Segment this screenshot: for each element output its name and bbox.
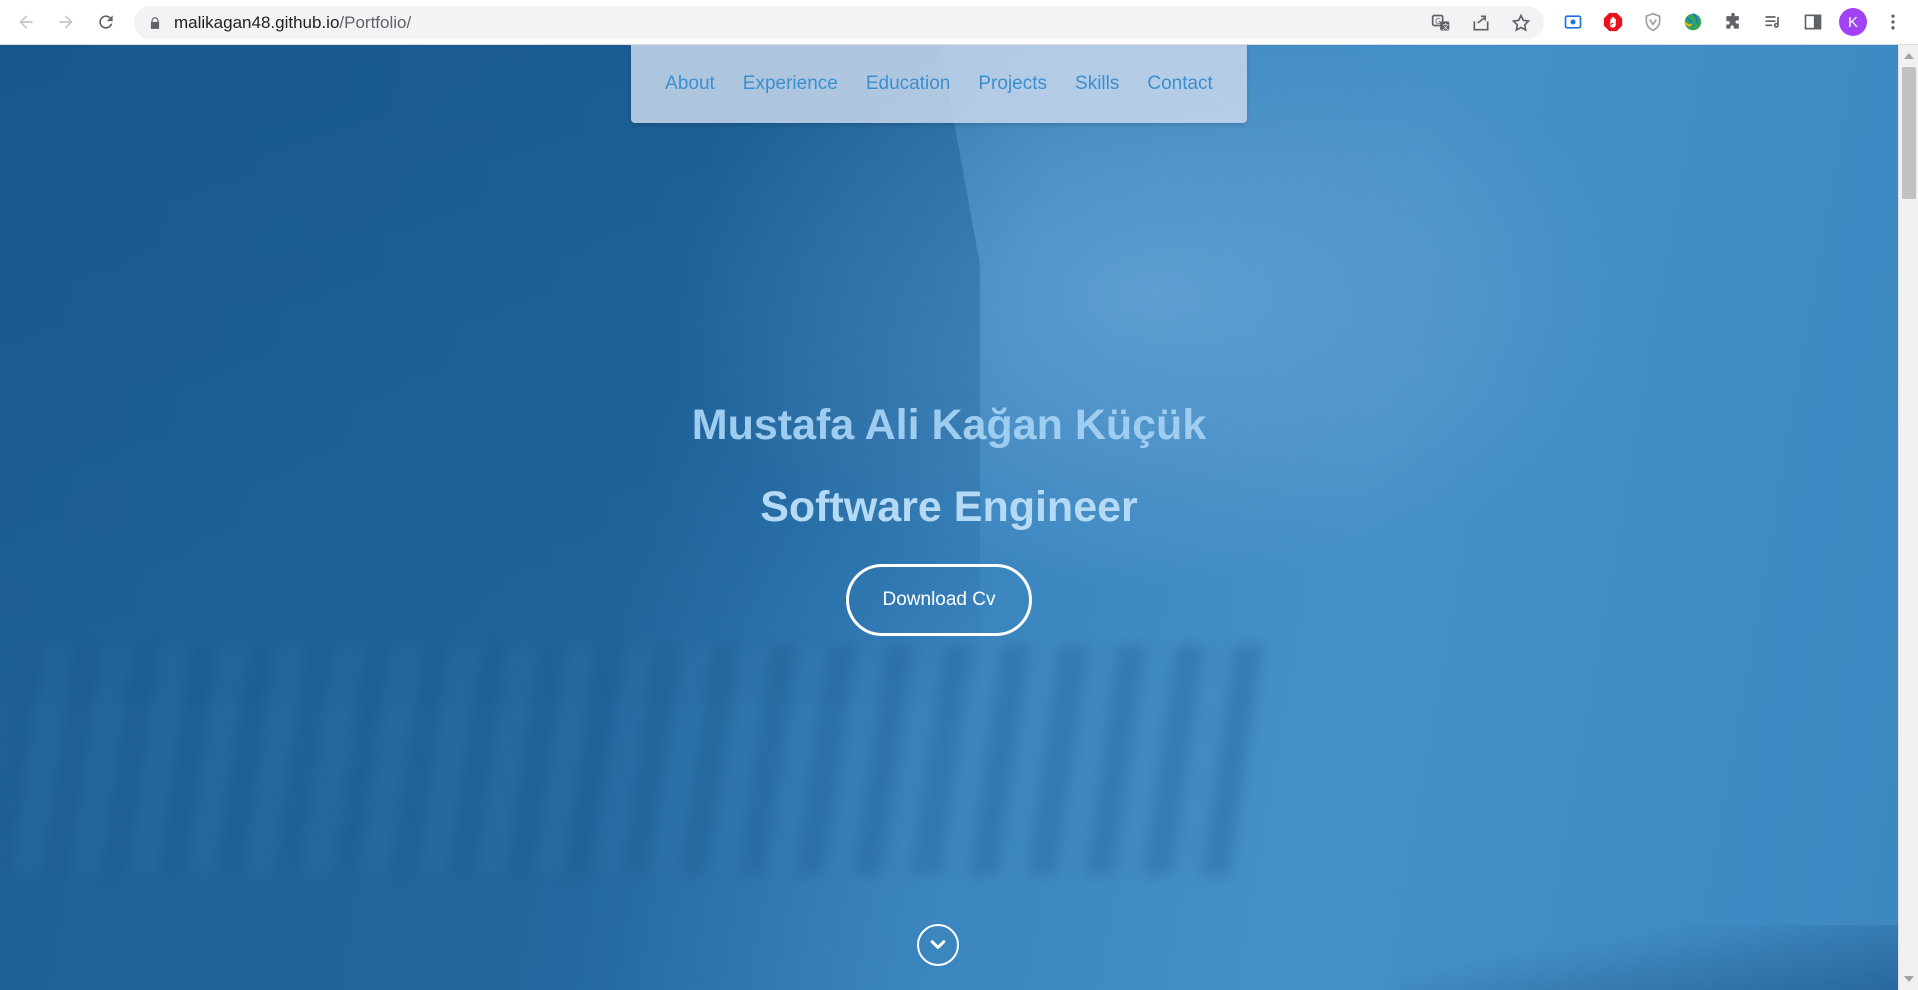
- shield-extension-icon[interactable]: [1638, 7, 1668, 37]
- screen-capture-extension-icon[interactable]: [1558, 7, 1588, 37]
- media-control-icon[interactable]: [1758, 7, 1788, 37]
- scroll-up-arrow-icon[interactable]: [1904, 53, 1914, 59]
- menu-kebab-icon[interactable]: [1878, 7, 1908, 37]
- nav-link-projects[interactable]: Projects: [964, 73, 1061, 95]
- extensions-puzzle-icon[interactable]: [1718, 7, 1748, 37]
- url-host: malikagan48.github.io: [174, 12, 340, 32]
- avatar: K: [1839, 8, 1867, 36]
- chevron-down-icon: [930, 940, 946, 949]
- lock-icon: [150, 16, 160, 29]
- download-cv-button[interactable]: Download Cv: [846, 564, 1032, 636]
- hero-name: Mustafa Ali Kağan Küçük: [691, 401, 1207, 449]
- globe-extension-icon[interactable]: [1678, 7, 1708, 37]
- background-decoration: [1400, 925, 1898, 990]
- svg-text:文: 文: [1442, 22, 1449, 31]
- background-keyboard-image: [0, 645, 1267, 875]
- background-laptop-image: [0, 45, 980, 705]
- share-icon[interactable]: [1468, 10, 1494, 36]
- back-button[interactable]: [6, 2, 46, 42]
- bookmark-star-icon[interactable]: [1508, 10, 1534, 36]
- nav-link-experience[interactable]: Experience: [729, 73, 852, 95]
- translate-icon[interactable]: G文: [1428, 10, 1454, 36]
- adblock-extension-icon[interactable]: [1598, 7, 1628, 37]
- url-text: malikagan48.github.io/Portfolio/: [174, 13, 411, 33]
- url-path: /Portfolio/: [339, 12, 412, 32]
- nav-link-skills[interactable]: Skills: [1061, 73, 1133, 95]
- hero-role: Software Engineer: [760, 483, 1138, 531]
- forward-icon: [59, 15, 73, 29]
- reload-icon: [99, 15, 113, 29]
- scrollbar-thumb[interactable]: [1902, 67, 1916, 199]
- hero-section: About Experience Education Projects Skil…: [0, 45, 1898, 990]
- main-navigation: About Experience Education Projects Skil…: [631, 45, 1247, 123]
- scroll-down-button[interactable]: [917, 924, 959, 966]
- forward-button[interactable]: [46, 2, 86, 42]
- page-scrollbar[interactable]: [1898, 45, 1918, 990]
- nav-link-contact[interactable]: Contact: [1133, 73, 1226, 95]
- scroll-down-arrow-icon[interactable]: [1904, 976, 1914, 982]
- back-icon: [19, 15, 33, 29]
- nav-link-education[interactable]: Education: [852, 73, 965, 95]
- profile-avatar[interactable]: K: [1838, 7, 1868, 37]
- address-bar[interactable]: malikagan48.github.io/Portfolio/ G文: [134, 6, 1544, 39]
- nav-link-about[interactable]: About: [651, 73, 729, 95]
- browser-toolbar: malikagan48.github.io/Portfolio/ G文 K: [0, 0, 1918, 45]
- reload-button[interactable]: [86, 2, 126, 42]
- side-panel-icon[interactable]: [1798, 7, 1828, 37]
